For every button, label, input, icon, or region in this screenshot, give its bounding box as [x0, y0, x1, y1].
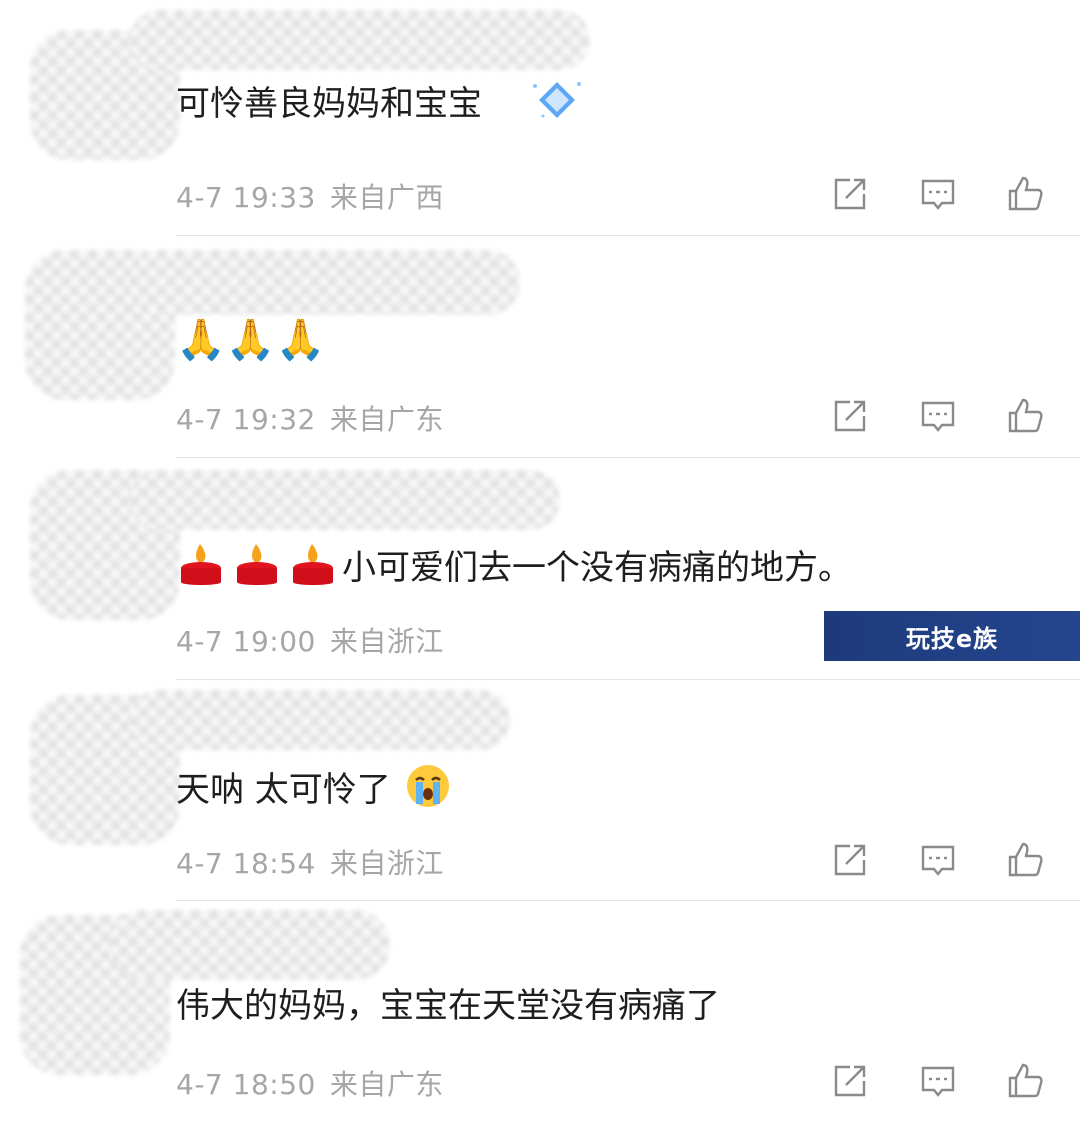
comment-text: 可怜善良妈妈和宝宝 — [176, 76, 585, 135]
share-icon[interactable] — [830, 396, 870, 436]
divider — [176, 679, 1080, 680]
comment-text: 小可爱们去一个没有病痛的地方。 — [176, 540, 852, 599]
comment-actions — [830, 174, 1045, 214]
like-icon[interactable] — [1005, 840, 1045, 880]
comment-meta: 4-7 18:54 来自浙江 — [176, 842, 444, 882]
comment-time: 4-7 19:00 — [176, 625, 316, 658]
like-icon[interactable] — [1005, 1061, 1045, 1101]
like-icon[interactable] — [1005, 174, 1045, 214]
divider — [176, 235, 1080, 236]
comment-text: 🙏🙏🙏 — [176, 317, 326, 363]
comment-meta: 4-7 19:32 来自广东 — [176, 398, 444, 438]
comment-time: 4-7 19:32 — [176, 403, 316, 436]
comment-location: 来自广东 — [329, 1068, 444, 1101]
comment-meta: 4-7 18:50 来自广东 — [176, 1063, 444, 1103]
comment-text: 天呐 太可怜了 — [176, 762, 452, 821]
comment-meta: 4-7 19:33 来自广西 — [176, 176, 444, 216]
candle-emoji-icon — [288, 540, 338, 599]
username-blurred — [110, 910, 390, 980]
comment-icon[interactable] — [918, 396, 958, 436]
comment-time: 4-7 19:33 — [176, 181, 316, 214]
comment-text: 伟大的妈妈，宝宝在天堂没有病痛了 — [176, 986, 720, 1026]
username-blurred — [130, 690, 510, 750]
divider — [176, 457, 1080, 458]
divider — [176, 900, 1080, 901]
candle-emoji-icon — [232, 540, 282, 599]
comment-actions — [830, 396, 1045, 436]
diamond-badge-icon — [529, 76, 585, 135]
username-blurred — [130, 470, 560, 530]
comment-location: 来自广西 — [329, 181, 444, 214]
candle-emoji-icon — [176, 540, 226, 599]
comment-location: 来自浙江 — [329, 847, 444, 880]
comment-actions — [830, 1061, 1045, 1101]
share-icon[interactable] — [830, 840, 870, 880]
comment-location: 来自广东 — [329, 403, 444, 436]
username-blurred — [130, 250, 520, 315]
username-blurred — [130, 10, 590, 70]
comment-icon[interactable] — [918, 840, 958, 880]
comment-icon[interactable] — [918, 1061, 958, 1101]
crying-emoji-icon — [404, 762, 452, 821]
watermark-logo: 玩技e族 — [824, 611, 1080, 661]
comment-meta: 4-7 19:00 来自浙江 — [176, 620, 444, 660]
share-icon[interactable] — [830, 1061, 870, 1101]
share-icon[interactable] — [830, 174, 870, 214]
comment-time: 4-7 18:54 — [176, 847, 316, 880]
comment-icon[interactable] — [918, 174, 958, 214]
comment-actions — [830, 840, 1045, 880]
comment-location: 来自浙江 — [329, 625, 444, 658]
comment-time: 4-7 18:50 — [176, 1068, 316, 1101]
like-icon[interactable] — [1005, 396, 1045, 436]
